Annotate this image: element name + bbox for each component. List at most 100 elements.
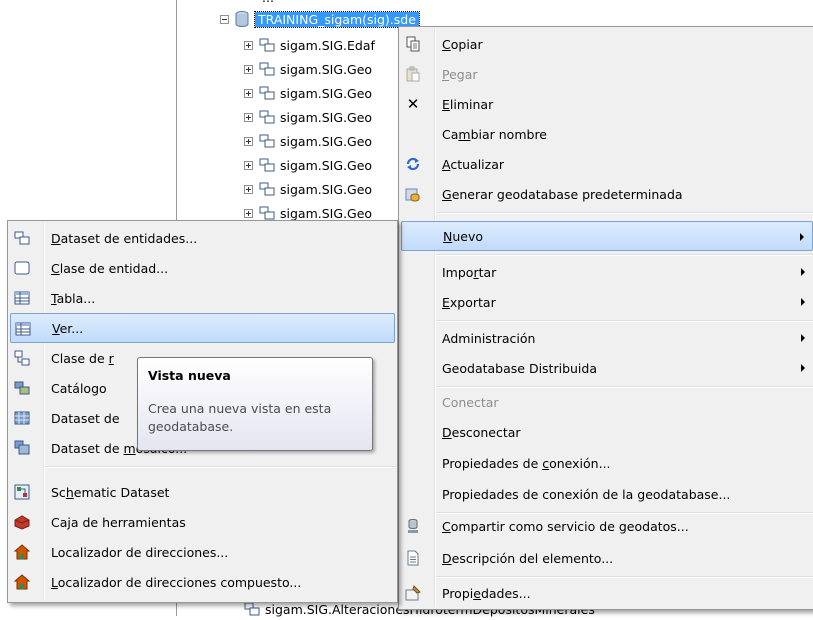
- feature-dataset-icon: [259, 206, 275, 220]
- share-service-icon: [405, 518, 421, 534]
- expand-toggle[interactable]: [244, 112, 253, 122]
- menu-separator: [436, 212, 813, 214]
- tree-item-feature-dataset[interactable]: sigam.SIG.Geo: [244, 106, 372, 128]
- menu-item-ver[interactable]: Ver...: [10, 313, 395, 343]
- collapse-toggle[interactable]: [220, 14, 229, 24]
- menu-item-label: Dataset de entidades...: [51, 230, 198, 246]
- menu-item-schematic-dataset[interactable]: Schematic Dataset: [10, 477, 395, 507]
- tree-item-label: sigam.SIG.Geo: [280, 157, 373, 173]
- menu-item-importar[interactable]: Importar: [401, 257, 813, 287]
- menu-item-dataset-entidades[interactable]: Dataset de entidades...: [10, 223, 395, 253]
- menu-item-propiedades[interactable]: Propiedades...: [401, 578, 813, 608]
- expand-toggle[interactable]: [244, 40, 253, 50]
- menu-item-label: Localizador de direcciones compuesto...: [51, 574, 302, 590]
- menu-item-generar-geodatabase[interactable]: Generar geodatabase predeterminada: [401, 179, 813, 209]
- menu-item-label: Exportar: [442, 294, 496, 310]
- menu-item-nuevo[interactable]: Nuevo: [401, 221, 813, 251]
- menu-item-label: Desconectar: [442, 424, 521, 440]
- menu-item-copiar[interactable]: Copiar: [401, 29, 813, 59]
- tree-item-label: sigam.SIG.Geo: [280, 205, 373, 221]
- feature-dataset-icon: [244, 602, 260, 616]
- menu-item-label: Propiedades...: [442, 585, 531, 601]
- menu-item-label: Schematic Dataset: [51, 484, 170, 500]
- menu-item-label: Propiedades de conexión de la geodatabas…: [442, 486, 731, 502]
- menu-item-clase-entidad[interactable]: Clase de entidad...: [10, 253, 395, 283]
- expand-toggle[interactable]: [244, 208, 253, 218]
- menu-item-tabla[interactable]: Tabla...: [10, 283, 395, 313]
- relationship-class-icon: [14, 350, 30, 366]
- feature-dataset-icon: [259, 62, 275, 76]
- expand-toggle[interactable]: [244, 64, 253, 74]
- menu-item-caja-herramientas[interactable]: Caja de herramientas: [10, 507, 395, 537]
- menu-item-label: Ver...: [52, 320, 84, 336]
- menu-item-label: Propiedades de conexión...: [442, 455, 611, 471]
- menu-item-conectar[interactable]: Conectar: [401, 387, 813, 417]
- item-description-icon: [405, 550, 421, 566]
- address-locator-icon: [14, 544, 30, 560]
- menu-item-eliminar[interactable]: ✕ Eliminar: [401, 89, 813, 119]
- submenu-arrow-icon: [801, 268, 805, 276]
- schematic-dataset-icon: [14, 484, 30, 500]
- menu-item-label: Conectar: [442, 394, 499, 410]
- tree-item-feature-dataset[interactable]: sigam.SIG.Edaf: [244, 34, 375, 56]
- tree-item-partial-label: ...: [262, 0, 274, 5]
- menu-item-desconectar[interactable]: Desconectar: [401, 417, 813, 447]
- menu-item-label: Dataset de: [51, 410, 120, 426]
- tree-item-label: sigam.SIG.Geo: [280, 109, 373, 125]
- menu-item-exportar[interactable]: Exportar: [401, 287, 813, 317]
- menu-item-propiedades-conexion-geodatabase[interactable]: Propiedades de conexión de la geodatabas…: [401, 479, 813, 509]
- menu-item-label: Descripción del elemento...: [442, 550, 614, 566]
- expand-toggle[interactable]: [244, 184, 253, 194]
- feature-dataset-icon: [259, 38, 275, 52]
- menu-item-propiedades-conexion[interactable]: Propiedades de conexión...: [401, 448, 813, 478]
- context-menu: Copiar Pegar ✕ Eliminar Cambiar nombre A…: [398, 26, 813, 610]
- tree-item-label: sigam.SIG.Geo: [280, 133, 373, 149]
- menu-item-label: Clase de r: [51, 350, 114, 366]
- menu-item-label: Clase de entidad...: [51, 260, 169, 276]
- refresh-icon: [405, 156, 421, 172]
- expand-toggle[interactable]: [244, 88, 253, 98]
- tree-item-partial: ...: [262, 0, 274, 8]
- menu-separator: [436, 320, 813, 322]
- menu-item-administracion[interactable]: Administración: [401, 323, 813, 353]
- feature-dataset-icon: [259, 134, 275, 148]
- menu-item-pegar[interactable]: Pegar: [401, 59, 813, 89]
- menu-item-actualizar[interactable]: Actualizar: [401, 149, 813, 179]
- raster-dataset-icon: [14, 410, 30, 426]
- menu-item-label: Copiar: [442, 36, 483, 52]
- expand-toggle[interactable]: [244, 136, 253, 146]
- menu-separator: [45, 466, 395, 468]
- raster-catalog-icon: [14, 380, 30, 396]
- menu-item-compartir[interactable]: Compartir como servicio de geodatos...: [401, 511, 813, 541]
- tooltip: Vista nueva Crea una nueva vista en esta…: [137, 357, 373, 451]
- tree-item-feature-dataset[interactable]: sigam.SIG.Geo: [244, 82, 372, 104]
- menu-item-label: Caja de herramientas: [51, 514, 186, 530]
- feature-dataset-icon: [259, 182, 275, 196]
- tree-item-feature-dataset[interactable]: sigam.SIG.Geo: [244, 178, 372, 200]
- tree-item-feature-dataset[interactable]: sigam.SIG.Geo: [244, 154, 372, 176]
- expand-toggle[interactable]: [244, 160, 253, 170]
- feature-class-icon: [14, 260, 30, 276]
- composite-locator-icon: [14, 574, 30, 590]
- menu-item-localizador[interactable]: Localizador de direcciones...: [10, 537, 395, 567]
- menu-item-label: Nuevo: [443, 228, 484, 244]
- feature-dataset-icon: [14, 230, 30, 246]
- menu-item-geodatabase-distribuida[interactable]: Geodatabase Distribuida: [401, 353, 813, 383]
- menu-item-cambiar-nombre[interactable]: Cambiar nombre: [401, 119, 813, 149]
- menu-item-descripcion[interactable]: Descripción del elemento...: [401, 543, 813, 573]
- menu-item-label: Localizador de direcciones...: [51, 544, 229, 560]
- tree-item-feature-dataset[interactable]: sigam.SIG.Geo: [244, 130, 372, 152]
- tree-item-feature-dataset[interactable]: sigam.SIG.Geo: [244, 58, 372, 80]
- menu-item-localizador-compuesto[interactable]: Localizador de direcciones compuesto...: [10, 567, 395, 597]
- tree-item-label: sigam.SIG.Geo: [280, 181, 373, 197]
- connection-label[interactable]: TRAINING_sigam(sig).sde: [254, 10, 420, 28]
- menu-item-label: Geodatabase Distribuida: [442, 360, 597, 376]
- menu-item-label: Administración: [442, 330, 536, 346]
- feature-dataset-icon: [259, 110, 275, 124]
- default-geodatabase-icon: [405, 186, 421, 202]
- tree-item-label: sigam.SIG.Geo: [280, 85, 373, 101]
- menu-item-label: Generar geodatabase predeterminada: [442, 186, 683, 202]
- tree-item-connection[interactable]: TRAINING_sigam(sig).sde: [220, 8, 420, 30]
- paste-icon: [405, 66, 421, 82]
- menu-separator: [436, 254, 813, 256]
